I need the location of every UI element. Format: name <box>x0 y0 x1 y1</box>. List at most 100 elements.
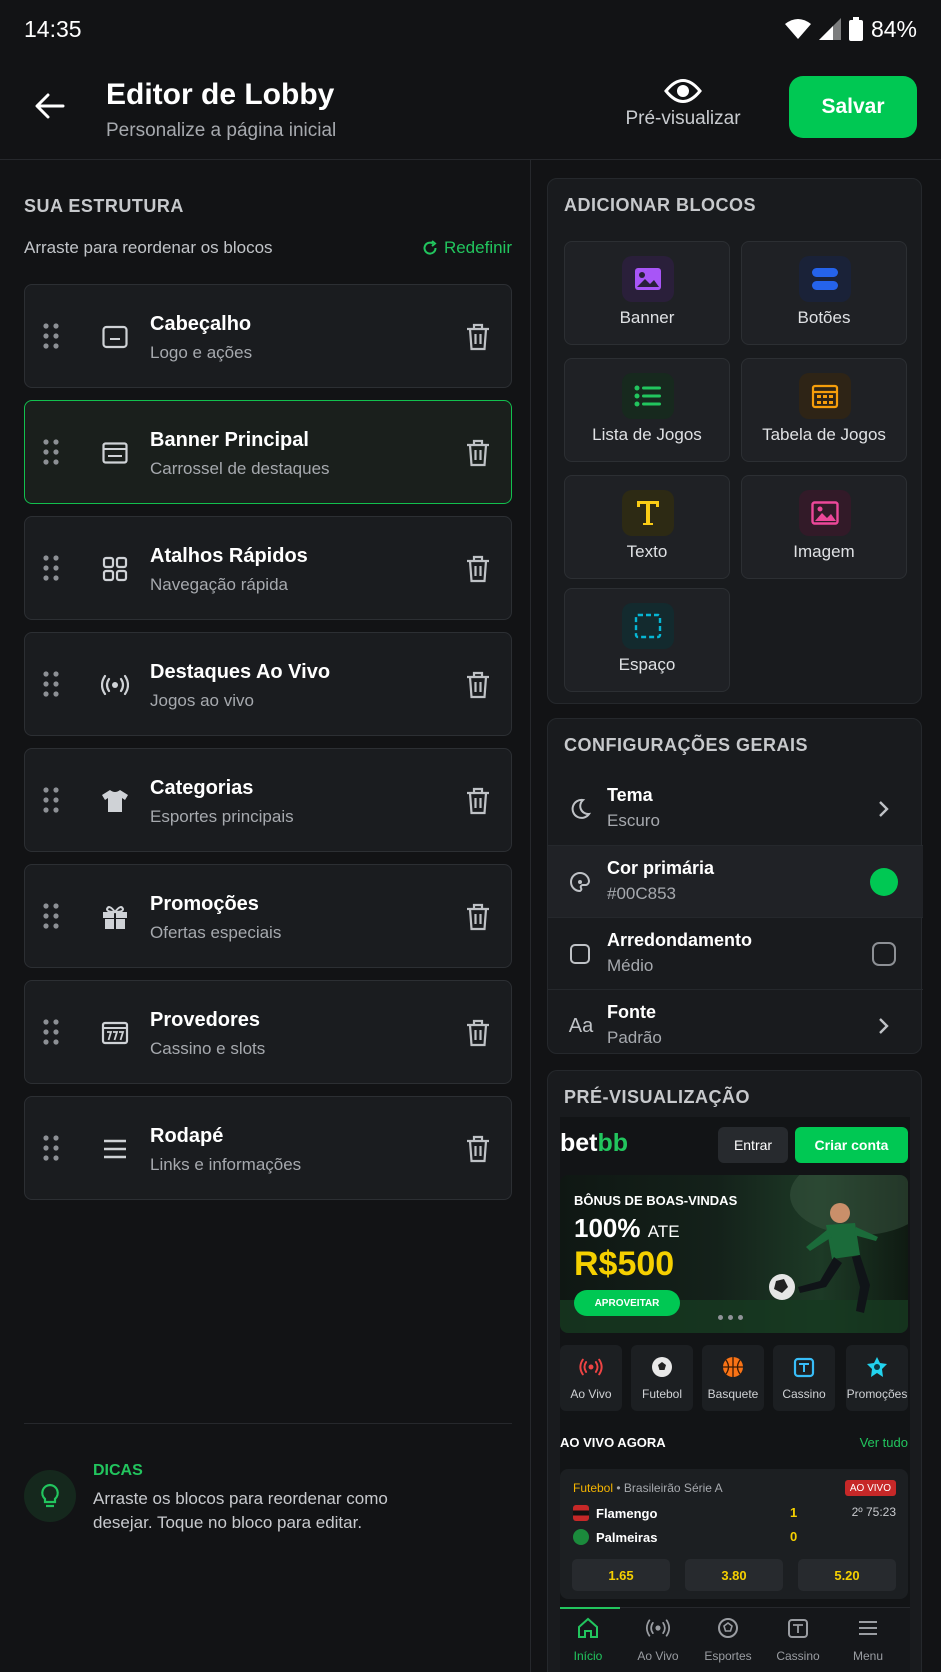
nav-casino[interactable]: Cassino <box>763 1616 833 1663</box>
block-name: Provedores <box>150 1009 261 1031</box>
match-time: 2º 75:23 <box>851 1505 896 1519</box>
login-button[interactable]: Entrar <box>718 1127 788 1163</box>
block-name: Promoções <box>150 893 259 915</box>
soccer-ball-icon <box>650 1355 674 1379</box>
nav-active-indicator <box>560 1607 620 1609</box>
carousel-dots[interactable] <box>718 1315 743 1320</box>
wifi-icon <box>784 19 811 39</box>
back-arrow-icon <box>35 93 65 119</box>
nav-live[interactable]: Ao Vivo <box>623 1616 693 1663</box>
drag-handle-icon[interactable] <box>43 903 59 929</box>
reset-button[interactable]: Redefinir <box>422 238 512 258</box>
nav-label: Menu <box>852 1649 884 1663</box>
shortcut-label: Promoções <box>846 1387 908 1401</box>
add-block-banner[interactable]: Banner <box>564 241 730 345</box>
delete-icon[interactable] <box>465 1019 491 1047</box>
tips-text: Arraste os blocos para reordenar como de… <box>93 1489 388 1532</box>
banner-cta-button[interactable]: APROVEITAR <box>574 1290 680 1316</box>
font-icon: Aa <box>568 1014 594 1037</box>
tips-title: DICAS <box>93 1462 143 1479</box>
add-block-text[interactable]: Texto <box>564 475 730 579</box>
structure-block-promotions[interactable]: Promoções Ofertas especiais <box>24 864 512 968</box>
live-match-card[interactable]: Futebol • Brasileirão Série A AO VIVO Fl… <box>560 1469 908 1599</box>
palmeiras-crest-icon <box>573 1529 589 1545</box>
slot-icon <box>101 1019 129 1047</box>
add-block-buttons[interactable]: Botões <box>741 241 907 345</box>
drag-handle-icon[interactable] <box>43 671 59 697</box>
palette-icon <box>568 870 592 894</box>
odd-home-button[interactable]: 1.65 <box>572 1559 670 1591</box>
add-blocks-title: ADICIONAR BLOCOS <box>564 195 756 215</box>
banner-amount: R$500 <box>574 1245 675 1283</box>
block-description: Logo e ações <box>150 343 253 362</box>
preview-button[interactable]: Pré-visualizar <box>620 78 746 144</box>
text-icon <box>622 490 674 536</box>
reset-label: Redefinir <box>443 238 512 257</box>
live-icon <box>101 671 129 699</box>
block-description: Esportes principais <box>150 807 294 826</box>
promo-banner[interactable]: BÔNUS DE BOAS-VINDAS 100% ATE R$500 APRO… <box>560 1175 908 1333</box>
structure-block-providers[interactable]: Provedores Cassino e slots <box>24 980 512 1084</box>
back-button[interactable] <box>30 86 70 126</box>
block-description: Jogos ao vivo <box>150 691 254 710</box>
setting-primary-color[interactable]: Cor primária #00C853 <box>548 845 923 917</box>
structure-block-shortcuts[interactable]: Atalhos Rápidos Navegação rápida <box>24 516 512 620</box>
shortcut-live[interactable]: Ao Vivo <box>560 1345 622 1411</box>
delete-icon[interactable] <box>465 903 491 931</box>
block-name: Categorias <box>150 777 254 799</box>
odd-draw-button[interactable]: 3.80 <box>685 1559 783 1591</box>
home-score: 1 <box>790 1505 798 1520</box>
structure-block-header[interactable]: Cabeçalho Logo e ações <box>24 284 512 388</box>
see-all-link[interactable]: Ver tudo <box>860 1435 908 1450</box>
lobby-preview[interactable]: betbb Entrar Criar conta BÔNUS DE BOAS-V… <box>560 1117 910 1672</box>
delete-icon[interactable] <box>465 439 491 467</box>
structure-block-footer[interactable]: Rodapé Links e informações <box>24 1096 512 1200</box>
nav-sports[interactable]: Esportes <box>693 1616 763 1663</box>
tile-label: Lista de Jogos <box>592 425 702 444</box>
nav-menu[interactable]: Menu <box>833 1616 903 1663</box>
page-title: Editor de Lobby <box>106 78 335 111</box>
delete-icon[interactable] <box>465 671 491 699</box>
grid-icon <box>101 555 129 583</box>
structure-block-live[interactable]: Destaques Ao Vivo Jogos ao vivo <box>24 632 512 736</box>
shortcut-label: Cassino <box>782 1387 826 1401</box>
add-block-game-list[interactable]: Lista de Jogos <box>564 358 730 462</box>
delete-icon[interactable] <box>465 323 491 351</box>
drag-handle-icon[interactable] <box>43 323 59 349</box>
add-block-image[interactable]: Imagem <box>741 475 907 579</box>
odd-away-button[interactable]: 5.20 <box>798 1559 896 1591</box>
signup-button[interactable]: Criar conta <box>795 1127 908 1163</box>
setting-theme[interactable]: Tema Escuro <box>548 773 923 845</box>
nav-home[interactable]: Início <box>560 1616 623 1663</box>
column-divider <box>530 160 531 1672</box>
banner-icon <box>101 439 129 467</box>
shortcut-promotions[interactable]: Promoções <box>846 1345 908 1411</box>
drag-handle-icon[interactable] <box>43 787 59 813</box>
shortcut-casino[interactable]: Cassino <box>773 1345 835 1411</box>
drag-handle-icon[interactable] <box>43 439 59 465</box>
drag-handle-icon[interactable] <box>43 1019 59 1045</box>
shortcut-football[interactable]: Futebol <box>631 1345 693 1411</box>
block-name: Rodapé <box>150 1125 224 1147</box>
away-team: Palmeiras <box>573 1529 657 1545</box>
delete-icon[interactable] <box>465 1135 491 1163</box>
tile-label: Banner <box>619 308 675 327</box>
chevron-right-icon <box>870 1012 898 1040</box>
structure-block-categories[interactable]: Categorias Esportes principais <box>24 748 512 852</box>
drag-handle-icon[interactable] <box>43 1135 59 1161</box>
shortcut-label: Basquete <box>707 1387 759 1401</box>
away-score: 0 <box>790 1529 798 1544</box>
add-block-space[interactable]: Espaço <box>564 588 730 692</box>
status-bar: 14:35 84% <box>0 0 941 58</box>
delete-icon[interactable] <box>465 555 491 583</box>
delete-icon[interactable] <box>465 787 491 815</box>
structure-block-banner[interactable]: Banner Principal Carrossel de destaques <box>24 400 512 504</box>
color-swatch[interactable] <box>870 868 898 896</box>
save-button[interactable]: Salvar <box>789 76 917 138</box>
shortcut-basketball[interactable]: Basquete <box>702 1345 764 1411</box>
page-subtitle: Personalize a página inicial <box>106 120 337 141</box>
setting-font[interactable]: Aa Fonte Padrão <box>548 989 923 1055</box>
setting-rounding[interactable]: Arredondamento Médio <box>548 917 923 989</box>
add-block-game-table[interactable]: Tabela de Jogos <box>741 358 907 462</box>
drag-handle-icon[interactable] <box>43 555 59 581</box>
